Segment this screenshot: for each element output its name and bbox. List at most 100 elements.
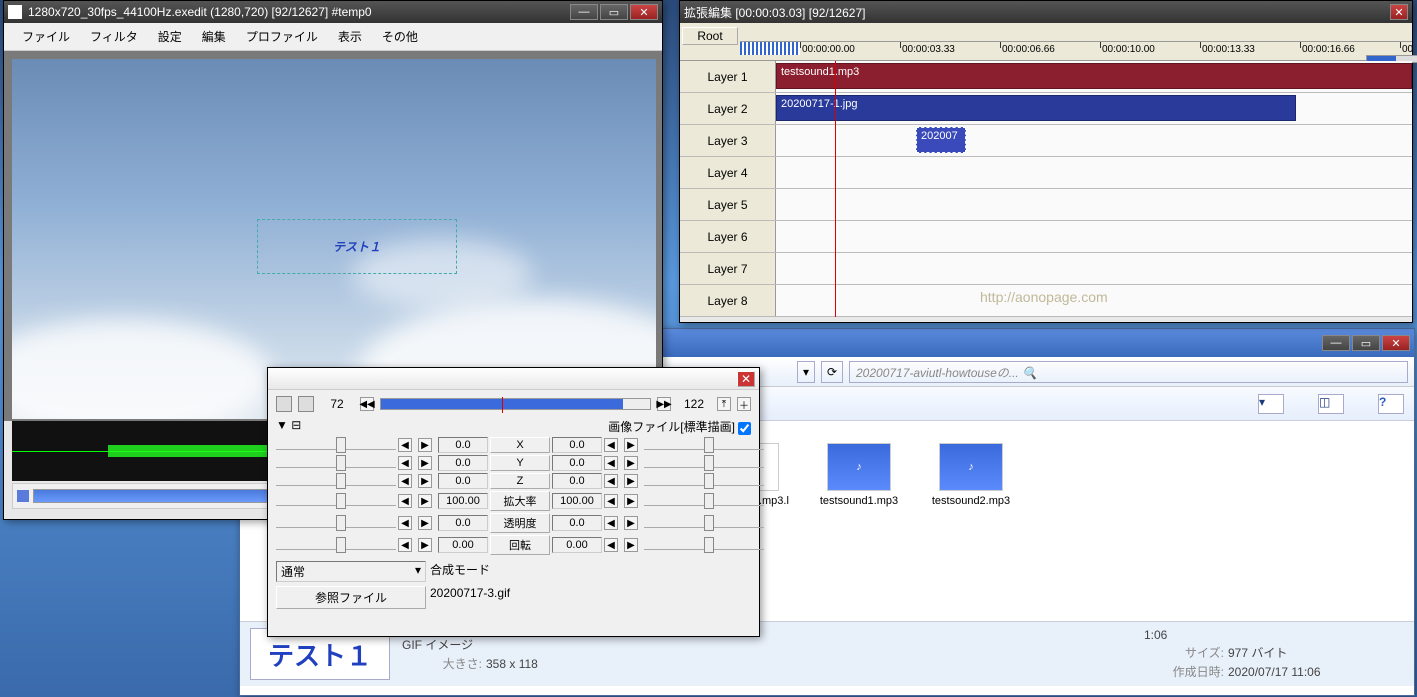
clip-audio[interactable]: testsound1.mp3	[776, 63, 1412, 89]
menu-4[interactable]: プロファイル	[236, 26, 328, 47]
refresh-button[interactable]: ⟳	[821, 361, 843, 383]
prop-dec-0[interactable]: ◀	[398, 438, 412, 452]
prop-label-0[interactable]: X	[490, 437, 550, 453]
prop-value-right-5[interactable]: 0.00	[552, 537, 602, 553]
prop-inc-3[interactable]: ▶	[418, 494, 432, 508]
prop-value-right-2[interactable]: 0.0	[552, 473, 602, 489]
prop-dec-1[interactable]: ◀	[398, 456, 412, 470]
layer-label-7[interactable]: Layer 7	[680, 253, 776, 284]
timeline-playhead[interactable]	[835, 61, 836, 317]
prop-inc2-2[interactable]: ▶	[624, 474, 638, 488]
prop-inc2-4[interactable]: ▶	[624, 516, 638, 530]
layer-label-1[interactable]: Layer 1	[680, 61, 776, 92]
timeline-row-2[interactable]: Layer 220200717-1.jpg	[680, 93, 1412, 125]
timeline-row-7[interactable]: Layer 7	[680, 253, 1412, 285]
preview-text-object[interactable]: テスト１	[257, 219, 457, 274]
prop-slider-left-4[interactable]	[276, 518, 396, 528]
prop-inc-4[interactable]: ▶	[418, 516, 432, 530]
prop-value-right-0[interactable]: 0.0	[552, 437, 602, 453]
prop-label-1[interactable]: Y	[490, 455, 550, 471]
search-box[interactable]: 20200717-aviutl-howtouseの... 🔍	[849, 361, 1408, 383]
prop-dec-3[interactable]: ◀	[398, 494, 412, 508]
menu-2[interactable]: 設定	[148, 26, 192, 47]
preview-maximize[interactable]: ▭	[600, 4, 628, 20]
prop-dec2-1[interactable]: ◀	[604, 456, 618, 470]
timeline-titlebar[interactable]: 拡張編集 [00:00:03.03] [92/12627] ✕	[680, 1, 1412, 23]
prop-eject[interactable]: ⤒	[717, 397, 731, 411]
preview-close[interactable]: ✕	[630, 4, 658, 20]
prop-value-left-2[interactable]: 0.0	[438, 473, 488, 489]
blend-mode-select[interactable]: 通常 ▾	[276, 561, 426, 582]
prop-dec2-3[interactable]: ◀	[604, 494, 618, 508]
prop-icon-1[interactable]	[276, 396, 292, 412]
prop-seek-bar[interactable]	[380, 398, 651, 410]
prop-add[interactable]: ＋	[737, 397, 751, 411]
timeline-root-button[interactable]: Root	[682, 27, 737, 45]
prop-slider-right-5[interactable]	[644, 540, 764, 550]
file-item-5[interactable]: ♪testsound1.mp3	[812, 437, 906, 525]
prop-inc-1[interactable]: ▶	[418, 456, 432, 470]
prop-value-left-4[interactable]: 0.0	[438, 515, 488, 531]
timeline-row-3[interactable]: Layer 3 202007	[680, 125, 1412, 157]
prop-label-2[interactable]: Z	[490, 473, 550, 489]
menu-0[interactable]: ファイル	[12, 26, 80, 47]
prop-slider-right-4[interactable]	[644, 518, 764, 528]
prop-icon-2[interactable]	[298, 396, 314, 412]
prop-value-left-1[interactable]: 0.0	[438, 455, 488, 471]
prop-value-right-1[interactable]: 0.0	[552, 455, 602, 471]
prop-dec-4[interactable]: ◀	[398, 516, 412, 530]
clip-selected-object[interactable]: 202007	[916, 127, 966, 153]
prop-value-left-3[interactable]: 100.00	[438, 493, 488, 509]
prop-value-left-0[interactable]: 0.0	[438, 437, 488, 453]
prop-inc2-1[interactable]: ▶	[624, 456, 638, 470]
prop-value-left-5[interactable]: 0.00	[438, 537, 488, 553]
prop-slider-left-5[interactable]	[276, 540, 396, 550]
prop-slider-left-3[interactable]	[276, 496, 396, 506]
timeline-close[interactable]: ✕	[1390, 4, 1408, 20]
address-dropdown-arrow[interactable]: ▾	[797, 361, 815, 383]
prop-slider-right-3[interactable]	[644, 496, 764, 506]
timeline-row-1[interactable]: Layer 1testsound1.mp3	[680, 61, 1412, 93]
layer-label-6[interactable]: Layer 6	[680, 221, 776, 252]
explorer-close[interactable]: ✕	[1382, 335, 1410, 351]
view-options-button[interactable]: ▾	[1258, 394, 1284, 414]
menu-6[interactable]: その他	[372, 26, 428, 47]
timeline-row-4[interactable]: Layer 4	[680, 157, 1412, 189]
prop-value-right-3[interactable]: 100.00	[552, 493, 602, 509]
prop-inc-2[interactable]: ▶	[418, 474, 432, 488]
prop-inc-0[interactable]: ▶	[418, 438, 432, 452]
preview-minimize[interactable]: —	[570, 4, 598, 20]
prop-label-3[interactable]: 拡大率	[490, 491, 550, 511]
layer-label-8[interactable]: Layer 8	[680, 285, 776, 316]
prop-slider-left-2[interactable]	[276, 476, 396, 486]
clip-image[interactable]: 20200717-1.jpg	[776, 95, 1296, 121]
prop-inc2-0[interactable]: ▶	[624, 438, 638, 452]
prop-toggle-arrow[interactable]: ▼ ⊟	[276, 418, 301, 432]
timeline-row-8[interactable]: Layer 8	[680, 285, 1412, 317]
prop-dec2-5[interactable]: ◀	[604, 538, 618, 552]
prop-slider-right-2[interactable]	[644, 476, 764, 486]
menu-5[interactable]: 表示	[328, 26, 372, 47]
prop-label-4[interactable]: 透明度	[490, 513, 550, 533]
preview-viewport[interactable]: テスト１	[4, 51, 662, 421]
prop-slider-right-0[interactable]	[644, 440, 764, 450]
prop-dec-5[interactable]: ◀	[398, 538, 412, 552]
menu-1[interactable]: フィルタ	[80, 26, 148, 47]
prop-inc-5[interactable]: ▶	[418, 538, 432, 552]
layer-label-4[interactable]: Layer 4	[680, 157, 776, 188]
layer-label-5[interactable]: Layer 5	[680, 189, 776, 220]
prop-slider-left-1[interactable]	[276, 458, 396, 468]
help-button[interactable]: ?	[1378, 394, 1404, 414]
prop-dec-2[interactable]: ◀	[398, 474, 412, 488]
seek-next-fast[interactable]: ▶▶	[657, 397, 671, 411]
prop-label-5[interactable]: 回転	[490, 535, 550, 555]
prop-dec2-0[interactable]: ◀	[604, 438, 618, 452]
timeline-row-5[interactable]: Layer 5	[680, 189, 1412, 221]
prop-dec2-2[interactable]: ◀	[604, 474, 618, 488]
preview-titlebar[interactable]: 1280x720_30fps_44100Hz.exedit (1280,720)…	[4, 1, 662, 23]
prop-value-right-4[interactable]: 0.0	[552, 515, 602, 531]
layer-label-3[interactable]: Layer 3	[680, 125, 776, 156]
seek-prev-fast[interactable]: ◀◀	[360, 397, 374, 411]
property-close[interactable]: ✕	[737, 371, 755, 387]
explorer-minimize[interactable]: —	[1322, 335, 1350, 351]
